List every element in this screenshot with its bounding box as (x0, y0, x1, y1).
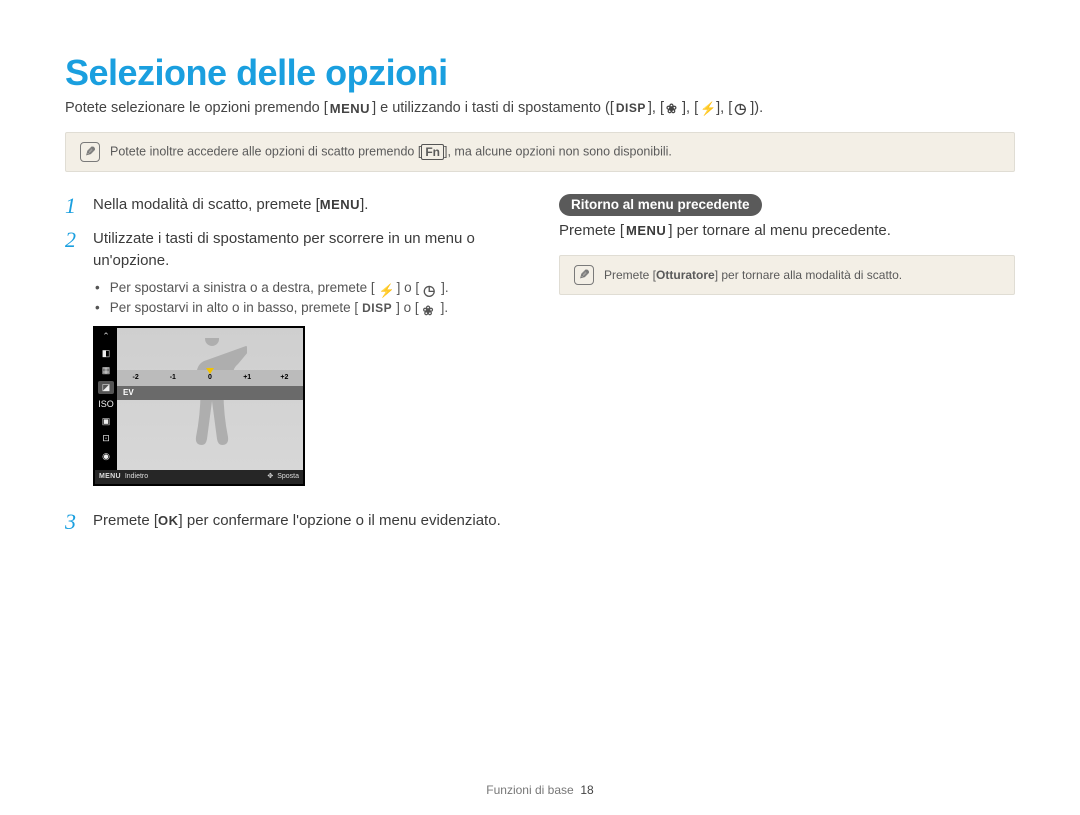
step-number: 2 (65, 228, 83, 500)
camera-screenshot: ⌃ ◧ ▦ ◪ ISO ▣ ⊡ ◉ ⌄ -2 (93, 326, 305, 486)
timer-icon (423, 281, 437, 295)
macro-icon (666, 101, 680, 115)
flash-icon (379, 281, 393, 295)
footer-section: Funzioni di base (486, 783, 573, 797)
sub-bullet: Per spostarvi in alto o in basso, premet… (95, 298, 521, 318)
text-part: ] per tornare al menu precedente. (668, 222, 891, 239)
bullet-text: Per spostarvi a sinistra o a destra, pre… (110, 278, 375, 298)
note-text-part: ] per tornare alla modalità di scatto. (715, 268, 902, 282)
step-body: Nella modalità di scatto, premete [MENU]… (93, 194, 521, 218)
timer-icon (734, 101, 748, 115)
section-pill: Ritorno al menu precedente (559, 194, 762, 216)
step-number: 3 (65, 510, 83, 534)
step-text: ]. (360, 196, 368, 213)
note-text: Premete [Otturatore] per tornare alla mo… (604, 268, 902, 282)
camera-menu-item: ◉ (98, 450, 114, 463)
ruler-tick: +2 (266, 373, 303, 383)
note-icon (574, 265, 594, 285)
camera-menu-item: ▣ (98, 415, 114, 428)
chevron-up-icon: ⌃ (102, 330, 110, 343)
subtitle-text: ], [ (682, 100, 698, 116)
sub-bullet-list: Per spostarvi a sinistra o a destra, pre… (93, 278, 521, 319)
shutter-key: Otturatore (656, 268, 715, 282)
disp-key-icon: DISP (616, 101, 646, 115)
back-label: Indietro (125, 472, 148, 482)
ruler-tick: +1 (229, 373, 266, 383)
manual-page: Selezione delle opzioni Potete seleziona… (0, 0, 1080, 815)
step-text: Utilizzate i tasti di spostamento per sc… (93, 230, 475, 269)
camera-menu-item: ⊡ (98, 432, 114, 445)
camera-menu-item: ◧ (98, 347, 114, 360)
page-footer: Funzioni di base 18 (0, 783, 1080, 797)
bullet-text: ] o [ (396, 298, 419, 318)
bullet-text: Per spostarvi in alto o in basso, premet… (110, 298, 358, 318)
step-number: 1 (65, 194, 83, 218)
fn-key-icon: Fn (421, 144, 444, 160)
note-icon (80, 142, 100, 162)
bullet-text: ] o [ (397, 278, 420, 298)
content-columns: 1 Nella modalità di scatto, premete [MEN… (65, 194, 1015, 544)
ev-label-bar: EV (117, 386, 303, 400)
ev-ruler: -2 -1 0 +1 +2 (117, 370, 303, 386)
menu-key-icon: MENU (330, 101, 370, 116)
ruler-marker (206, 368, 214, 374)
note-box: Potete inoltre accedere alle opzioni di … (65, 132, 1015, 172)
step-3: 3 Premete [OK] per confermare l'opzione … (65, 510, 521, 534)
move-label: Sposta (277, 472, 299, 482)
bullet-text: ]. (441, 278, 449, 298)
step-text: Nella modalità di scatto, premete [ (93, 196, 320, 213)
note-text: Potete inoltre accedere alle opzioni di … (110, 144, 672, 160)
sub-bullet: Per spostarvi a sinistra o a destra, pre… (95, 278, 521, 298)
camera-menu-item: ▦ (98, 364, 114, 377)
ok-key-icon: OK (158, 512, 179, 531)
disp-key-icon: DISP (362, 299, 392, 317)
ruler-tick: -2 (117, 373, 154, 383)
subtitle-text: ]). (750, 100, 763, 116)
subtitle-text: ], [ (648, 100, 664, 116)
note-box: Premete [Otturatore] per tornare alla mo… (559, 255, 1015, 295)
camera-side-menu: ⌃ ◧ ▦ ◪ ISO ▣ ⊡ ◉ ⌄ (95, 328, 117, 470)
right-column-text: Premete [ MENU ] per tornare al menu pre… (559, 222, 1015, 239)
step-list: 1 Nella modalità di scatto, premete [MEN… (65, 194, 521, 534)
page-subtitle: Potete selezionare le opzioni premendo [… (65, 100, 1015, 116)
ruler-tick: -1 (154, 373, 191, 383)
macro-icon (423, 301, 437, 315)
note-text-part: ], ma alcune opzioni non sono disponibil… (444, 144, 672, 158)
step-1: 1 Nella modalità di scatto, premete [MEN… (65, 194, 521, 218)
step-body: Utilizzate i tasti di spostamento per sc… (93, 228, 521, 500)
camera-menu-item: ISO (98, 398, 114, 411)
flash-icon (700, 101, 714, 115)
camera-bottom-bar: MENU Indietro ✥ Sposta (95, 470, 303, 484)
text-part: Premete [ (559, 222, 624, 239)
camera-menu-item-selected: ◪ (98, 381, 114, 394)
bullet-text: ]. (441, 298, 449, 318)
subtitle-text: Potete selezionare le opzioni premendo [ (65, 100, 328, 116)
step-text: Premete [ (93, 512, 158, 529)
left-column: 1 Nella modalità di scatto, premete [MEN… (65, 194, 521, 544)
page-number: 18 (580, 783, 593, 797)
right-column: Ritorno al menu precedente Premete [ MEN… (559, 194, 1015, 544)
subtitle-text: ] e utilizzando i tasti di spostamento (… (372, 100, 614, 116)
menu-key-icon: MENU (99, 472, 121, 482)
step-text: ] per confermare l'opzione o il menu evi… (179, 512, 501, 529)
page-title: Selezione delle opzioni (65, 52, 1015, 94)
ruler-tick: 0 (191, 373, 228, 383)
step-body: Premete [OK] per confermare l'opzione o … (93, 510, 521, 534)
menu-key-icon: MENU (320, 196, 360, 215)
note-text-part: Premete [ (604, 268, 656, 282)
menu-key-icon: MENU (626, 223, 666, 238)
subtitle-text: ], [ (716, 100, 732, 116)
step-2: 2 Utilizzate i tasti di spostamento per … (65, 228, 521, 500)
move-joystick-icon: ✥ (267, 472, 273, 482)
note-text-part: Potete inoltre accedere alle opzioni di … (110, 144, 421, 158)
